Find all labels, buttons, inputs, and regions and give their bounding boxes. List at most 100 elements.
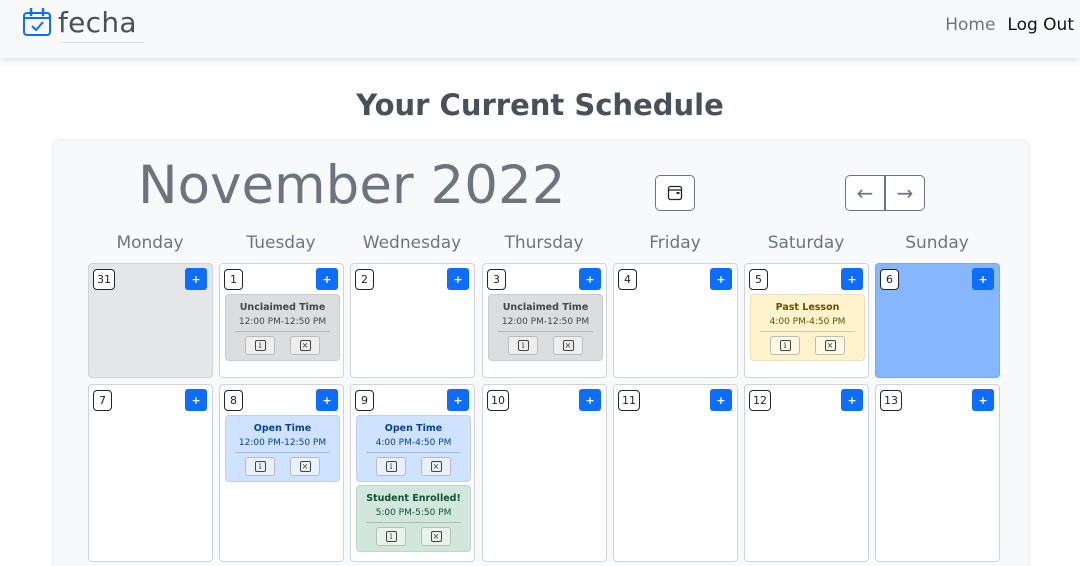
event-title: Unclaimed Time [502, 302, 589, 313]
day-cell[interactable]: 5 + Past Lesson 4:00 PM-4:50 PM i × [744, 263, 869, 378]
calendar-check-icon [23, 7, 51, 36]
day-cell[interactable]: 7 + [88, 384, 213, 562]
event-divider [760, 331, 855, 332]
calendar-card: November 2022 ← → Monday Tuesday Wednesday… [54, 141, 1028, 566]
event-actions: i × [751, 336, 864, 355]
event-delete-button[interactable]: × [290, 336, 320, 355]
day-cell[interactable]: 4 + [613, 263, 738, 378]
day-cell[interactable]: 11 + [613, 384, 738, 562]
nav-home-link[interactable]: Home [945, 15, 995, 35]
event-card[interactable]: Open Time 4:00 PM-4:50 PM i × [356, 415, 471, 482]
day-number: 10 [487, 390, 509, 411]
nav-links: Home Log Out [945, 15, 1074, 35]
event-info-button[interactable]: i [508, 336, 538, 355]
day-cell[interactable]: 8 + Open Time 12:00 PM-12:50 PM i × [219, 384, 344, 562]
add-event-button[interactable]: + [185, 389, 207, 411]
day-number: 6 [880, 269, 899, 290]
event-card[interactable]: Unclaimed Time 12:00 PM-12:50 PM i × [225, 294, 340, 361]
event-divider [235, 331, 330, 332]
add-event-button[interactable]: + [841, 268, 863, 290]
event-actions: i × [357, 527, 470, 546]
add-event-button[interactable]: + [710, 268, 732, 290]
day-number: 31 [93, 269, 115, 290]
add-event-button[interactable]: + [579, 268, 601, 290]
event-delete-button[interactable]: × [421, 457, 451, 476]
nav-logout-link[interactable]: Log Out [1007, 15, 1074, 35]
day-cell[interactable]: 10 + [482, 384, 607, 562]
add-event-button[interactable]: + [316, 268, 338, 290]
event-title: Student Enrolled! [366, 493, 461, 504]
event-card[interactable]: Open Time 12:00 PM-12:50 PM i × [225, 415, 340, 482]
add-event-button[interactable]: + [579, 389, 601, 411]
event-divider [498, 331, 593, 332]
add-event-button[interactable]: + [841, 389, 863, 411]
add-event-button[interactable]: + [972, 389, 994, 411]
event-divider [235, 452, 330, 453]
event-actions: i × [226, 457, 339, 476]
delete-x-icon: × [824, 340, 836, 351]
brand-logo[interactable]: fecha [22, 6, 137, 39]
event-info-button[interactable]: i [376, 527, 406, 546]
event-info-button[interactable]: i [245, 336, 275, 355]
day-number: 12 [749, 390, 771, 411]
month-title: November 2022 [138, 155, 566, 216]
event-delete-button[interactable]: × [290, 457, 320, 476]
delete-x-icon: × [430, 461, 442, 472]
event-info-button[interactable]: i [245, 457, 275, 476]
event-title: Past Lesson [775, 302, 840, 313]
add-event-button[interactable]: + [447, 268, 469, 290]
info-icon: i [385, 531, 397, 542]
info-icon: i [779, 340, 791, 351]
day-number: 13 [880, 390, 902, 411]
day-cell[interactable]: 6 + [875, 263, 1000, 378]
info-icon: i [254, 340, 266, 351]
day-number: 3 [487, 269, 506, 290]
delete-x-icon: × [299, 340, 311, 351]
day-cell[interactable]: 3 + Unclaimed Time 12:00 PM-12:50 PM i × [482, 263, 607, 378]
event-actions: i × [226, 336, 339, 355]
weekday-sunday: Sunday [905, 233, 969, 253]
weekday-monday: Monday [116, 233, 184, 253]
weekday-friday: Friday [649, 233, 701, 253]
day-number: 4 [618, 269, 637, 290]
prev-month-button[interactable]: ← [845, 175, 885, 211]
today-button[interactable] [655, 175, 695, 211]
add-event-button[interactable]: + [316, 389, 338, 411]
day-cell[interactable]: 1 + Unclaimed Time 12:00 PM-12:50 PM i × [219, 263, 344, 378]
day-cell[interactable]: 2 + [350, 263, 475, 378]
next-month-button[interactable]: → [885, 175, 925, 211]
event-time: 12:00 PM-12:50 PM [238, 317, 327, 327]
day-cell[interactable]: 31 + [88, 263, 213, 378]
day-number: 11 [618, 390, 640, 411]
event-card[interactable]: Unclaimed Time 12:00 PM-12:50 PM i × [488, 294, 603, 361]
event-title: Open Time [253, 423, 312, 434]
event-delete-button[interactable]: × [553, 336, 583, 355]
info-icon: i [385, 461, 397, 472]
day-number: 1 [224, 269, 243, 290]
weekday-wednesday: Wednesday [362, 233, 462, 253]
day-cell[interactable]: 12 + [744, 384, 869, 562]
event-time: 12:00 PM-12:50 PM [238, 438, 327, 448]
event-card[interactable]: Past Lesson 4:00 PM-4:50 PM i × [750, 294, 865, 361]
arrow-right-icon: → [896, 181, 914, 205]
event-info-button[interactable]: i [376, 457, 406, 476]
day-cell[interactable]: 9 + Open Time 4:00 PM-4:50 PM i × Student Enro… [350, 384, 475, 562]
add-event-button[interactable]: + [447, 389, 469, 411]
event-delete-button[interactable]: × [815, 336, 845, 355]
add-event-button[interactable]: + [185, 268, 207, 290]
add-event-button[interactable]: + [710, 389, 732, 411]
day-number: 5 [749, 269, 768, 290]
event-divider [366, 522, 461, 523]
event-card[interactable]: Student Enrolled! 5:00 PM-5:50 PM i × [356, 485, 471, 552]
event-delete-button[interactable]: × [421, 527, 451, 546]
weekday-tuesday: Tuesday [246, 233, 316, 253]
weekday-saturday: Saturday [767, 233, 845, 253]
event-title: Open Time [384, 423, 443, 434]
add-event-button[interactable]: + [972, 268, 994, 290]
event-info-button[interactable]: i [770, 336, 800, 355]
event-time: 4:00 PM-4:50 PM [375, 438, 452, 448]
brand-name: fecha [58, 6, 137, 39]
day-cell[interactable]: 13 + [875, 384, 1000, 562]
info-icon: i [517, 340, 529, 351]
day-number: 2 [355, 269, 374, 290]
